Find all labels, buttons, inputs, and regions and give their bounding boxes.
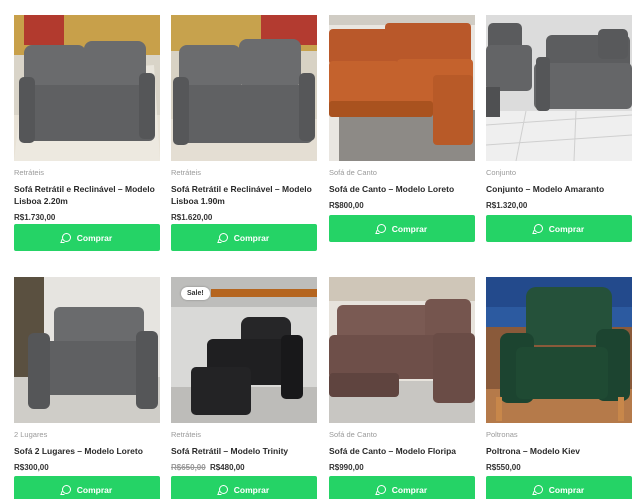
buy-button-label: Comprar <box>391 223 428 234</box>
product-title[interactable]: Sofá Retrátil e Reclinável – Modelo Lisb… <box>14 183 160 207</box>
product-image[interactable] <box>171 15 317 161</box>
buy-button[interactable]: Comprar <box>329 476 475 499</box>
product-image[interactable] <box>329 277 475 423</box>
product-image[interactable]: Sale! <box>171 277 317 423</box>
product-price: R$1.320,00 <box>486 200 632 212</box>
product-price: R$300,00 <box>14 462 160 474</box>
product-price: R$1.730,00 <box>14 212 160 224</box>
product-price: R$1.620,00 <box>171 212 317 224</box>
product-card[interactable]: Poltronas Poltrona – Modelo Kiev R$550,0… <box>486 277 632 499</box>
product-image[interactable] <box>486 15 632 161</box>
buy-button-label: Comprar <box>391 484 428 495</box>
current-price: R$550,00 <box>486 463 521 472</box>
product-category[interactable]: Retráteis <box>14 168 160 178</box>
product-title[interactable]: Sofá de Canto – Modelo Loreto <box>329 183 475 195</box>
current-price: R$300,00 <box>14 463 49 472</box>
buy-button[interactable]: Comprar <box>171 224 317 251</box>
buy-button[interactable]: Comprar <box>329 215 475 242</box>
product-title[interactable]: Sofá Retrátil e Reclinável – Modelo Lisb… <box>171 183 317 207</box>
product-card[interactable]: Sale! Retráteis Sofá Retrátil – Modelo T… <box>171 277 317 499</box>
whatsapp-icon <box>61 233 71 242</box>
whatsapp-icon <box>376 485 386 494</box>
product-category[interactable]: Conjunto <box>486 168 632 178</box>
sale-price: R$480,00 <box>209 463 245 472</box>
current-price: R$1.320,00 <box>486 201 528 210</box>
original-price: R$650,00 <box>171 463 206 472</box>
product-card[interactable]: Conjunto Conjunto – Modelo Amaranto R$1.… <box>486 15 632 242</box>
buy-button-label: Comprar <box>233 232 270 243</box>
product-price: R$550,00 <box>486 462 632 474</box>
buy-button[interactable]: Comprar <box>486 215 632 242</box>
product-price: R$990,00 <box>329 462 475 474</box>
product-title[interactable]: Sofá de Canto – Modelo Floripa <box>329 445 475 457</box>
product-category[interactable]: Poltronas <box>486 430 632 440</box>
buy-button-label: Comprar <box>548 484 585 495</box>
product-card[interactable]: Sofá de Canto Sofá de Canto – Modelo Lor… <box>329 15 475 242</box>
current-price: R$1.730,00 <box>14 213 56 222</box>
product-category[interactable]: Retráteis <box>171 168 317 178</box>
product-title[interactable]: Sofá Retrátil – Modelo Trinity <box>171 445 317 457</box>
buy-button[interactable]: Comprar <box>14 476 160 499</box>
current-price: R$800,00 <box>329 201 364 210</box>
whatsapp-icon <box>533 224 543 233</box>
product-image[interactable] <box>14 15 160 161</box>
buy-button-label: Comprar <box>76 232 113 243</box>
product-image[interactable] <box>14 277 160 423</box>
whatsapp-icon <box>218 485 228 494</box>
current-price: R$1.620,00 <box>171 213 213 222</box>
product-card[interactable]: Retráteis Sofá Retrátil e Reclinável – M… <box>14 15 160 251</box>
buy-button-label: Comprar <box>233 484 270 495</box>
product-image[interactable] <box>486 277 632 423</box>
buy-button[interactable]: Comprar <box>171 476 317 499</box>
product-title[interactable]: Poltrona – Modelo Kiev <box>486 445 632 457</box>
product-title[interactable]: Conjunto – Modelo Amaranto <box>486 183 632 195</box>
product-category[interactable]: Retráteis <box>171 430 317 440</box>
whatsapp-icon <box>218 233 228 242</box>
product-title[interactable]: Sofá 2 Lugares – Modelo Loreto <box>14 445 160 457</box>
whatsapp-icon <box>61 485 71 494</box>
whatsapp-icon <box>533 485 543 494</box>
product-category[interactable]: Sofá de Canto <box>329 430 475 440</box>
product-price: R$650,00 R$480,00 <box>171 462 317 474</box>
product-card[interactable]: 2 Lugares Sofá 2 Lugares – Modelo Loreto… <box>14 277 160 499</box>
product-image[interactable] <box>329 15 475 161</box>
buy-button[interactable]: Comprar <box>14 224 160 251</box>
buy-button[interactable]: Comprar <box>486 476 632 499</box>
buy-button-label: Comprar <box>76 484 113 495</box>
whatsapp-icon <box>376 224 386 233</box>
current-price: R$990,00 <box>329 463 364 472</box>
buy-button-label: Comprar <box>548 223 585 234</box>
product-card[interactable]: Retráteis Sofá Retrátil e Reclinável – M… <box>171 15 317 251</box>
product-price: R$800,00 <box>329 200 475 212</box>
sale-badge: Sale! <box>181 287 210 300</box>
product-category[interactable]: Sofá de Canto <box>329 168 475 178</box>
product-category[interactable]: 2 Lugares <box>14 430 160 440</box>
product-card[interactable]: Sofá de Canto Sofá de Canto – Modelo Flo… <box>329 277 475 499</box>
